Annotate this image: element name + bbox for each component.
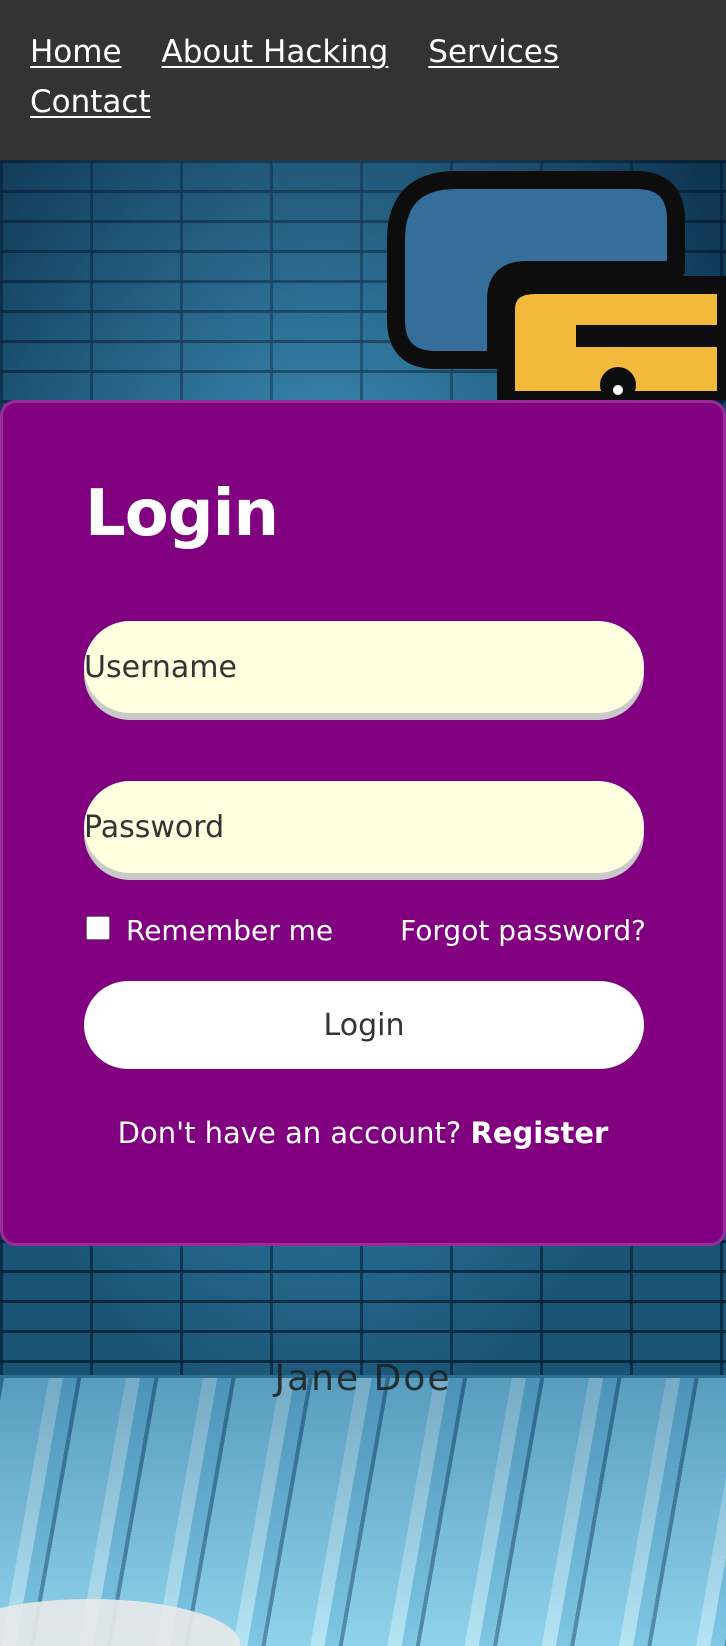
nav-link-services[interactable]: Services [428,34,559,70]
login-form: Login Remember me Forgot password? Login… [0,400,726,1246]
register-prompt: Don't have an account? Register [3,1116,723,1150]
nav-link-about-hacking[interactable]: About Hacking [162,34,389,70]
wooden-floor-background [0,1375,726,1646]
login-title: Login [85,477,279,551]
author-name: Jane Doe [274,1358,452,1399]
nav-link-contact[interactable]: Contact [30,84,151,120]
password-input[interactable] [84,781,644,873]
remember-row: Remember me Forgot password? [86,914,646,954]
remember-me-label: Remember me [126,914,334,947]
forgot-password-link[interactable]: Forgot password? [400,914,646,947]
username-input[interactable] [84,621,644,713]
nav-links: Home About Hacking Services Contact [30,34,650,120]
floor-light-spot [0,1599,240,1646]
nav-link-home[interactable]: Home [30,34,122,70]
python-logo-icon [387,171,726,400]
remember-me-checkbox[interactable] [86,916,110,940]
register-prompt-text: Don't have an account? [117,1116,471,1150]
login-button[interactable]: Login [84,981,644,1069]
top-nav: Home About Hacking Services Contact [0,0,726,160]
register-link[interactable]: Register [471,1116,609,1150]
